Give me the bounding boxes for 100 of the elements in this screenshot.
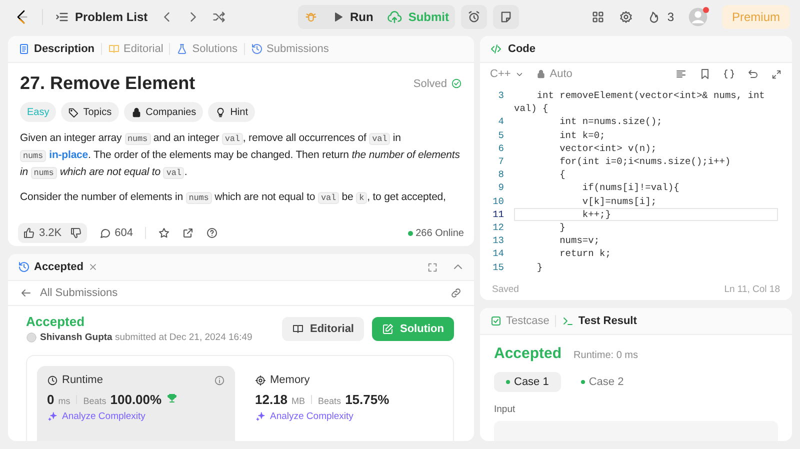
line-number: 14: [492, 247, 505, 261]
code-line: if(nums[i]!=val){: [581, 181, 680, 195]
description-paragraph: Given an integer array nums and an integer val , remove all occurrences of val in nums in-place. The order of the elements may be changed. Then return the number of elements in nums which are not equal to val .: [20, 131, 461, 181]
avatar-icon: [26, 332, 37, 343]
metric-unit: ms: [58, 396, 70, 406]
input-label: Input: [494, 404, 516, 415]
code-line: v[k]=nums[i];: [581, 194, 658, 208]
comments-button[interactable]: 604: [98, 227, 133, 239]
terminal-icon: [562, 315, 574, 327]
comment-icon: [98, 227, 111, 239]
line-number: 5: [497, 128, 505, 142]
code-line: nums=v;: [558, 234, 601, 248]
timer-button[interactable]: [461, 5, 487, 29]
case-tab[interactable]: Case 1: [494, 372, 561, 392]
expand-icon[interactable]: [771, 68, 782, 80]
run-button[interactable]: Run: [332, 10, 374, 24]
line-number: 10: [492, 194, 505, 208]
link-icon[interactable]: [450, 287, 462, 299]
line-number: 8: [497, 168, 505, 182]
metric-card[interactable]: Memory 12.18 MB Beats 15.75% Analyze Complexity: [245, 366, 443, 441]
metric-label: Memory: [270, 374, 310, 386]
alarm-clock-icon: [467, 10, 481, 24]
in-place-link[interactable]: in-place: [49, 149, 88, 161]
line-number: 12: [492, 221, 505, 234]
metric-value: 12.18: [255, 392, 288, 407]
code-line: }: [536, 260, 544, 274]
metric-card[interactable]: Runtime 0 ms Beats 100.00% Analyze Complexity: [37, 366, 235, 441]
problem-tag-button[interactable]: Topics: [61, 102, 119, 122]
notes-button[interactable]: [493, 5, 519, 29]
problem-list-button[interactable]: Problem List: [55, 10, 148, 24]
sparkle-icon: [255, 411, 266, 422]
submission-tab[interactable]: Accepted: [18, 261, 98, 273]
tag-icon: [68, 106, 80, 118]
line-number: 11: [492, 208, 505, 222]
code-line: k++;}: [514, 208, 778, 222]
result-tab[interactable]: Test Result: [562, 315, 637, 327]
settings-icon[interactable]: [619, 10, 634, 24]
metric-value: 0: [47, 392, 54, 407]
braces-icon[interactable]: [723, 68, 735, 80]
beats-percentage: 100.00%: [110, 392, 162, 407]
info-icon[interactable]: [214, 374, 225, 386]
all-submissions-link[interactable]: All Submissions: [20, 287, 118, 299]
line-number: 13: [492, 234, 505, 248]
shuffle-icon[interactable]: [212, 10, 226, 24]
code-line: for(int i=0;i<nums.size();i++): [558, 155, 732, 168]
problem-tag-button[interactable]: Companies: [124, 102, 204, 122]
autocomplete-mode: Auto: [550, 68, 572, 80]
analyze-complexity-link[interactable]: Analyze Complexity: [47, 411, 225, 422]
arrow-left-icon: [20, 287, 32, 299]
fullscreen-icon[interactable]: [427, 262, 438, 272]
help-icon[interactable]: [206, 227, 218, 239]
case-tab[interactable]: Case 2: [568, 372, 636, 392]
problem-tag-button[interactable]: Hint: [208, 102, 255, 122]
line-number: 15: [492, 260, 505, 274]
reset-icon[interactable]: [747, 68, 759, 80]
line-number: 7: [497, 155, 505, 168]
book-icon: [292, 322, 304, 334]
avatar-icon[interactable]: [688, 7, 708, 27]
solved-status: Solved: [413, 78, 447, 90]
panel-title: Code: [508, 43, 536, 55]
play-icon: [332, 11, 344, 23]
lock-icon: [130, 106, 142, 118]
note-icon: [499, 10, 513, 24]
lock-icon: [536, 69, 546, 79]
format-icon[interactable]: [675, 68, 687, 80]
list-icon: [55, 10, 69, 24]
clock-icon: [47, 374, 58, 386]
line-number: 6: [497, 142, 505, 156]
online-count: 266 Online: [416, 228, 464, 238]
runtime-text: Runtime: 0 ms: [574, 350, 638, 361]
problem-title: 27. Remove Element: [20, 73, 196, 94]
beats-percentage: 15.75%: [345, 392, 390, 407]
share-icon[interactable]: [182, 227, 194, 239]
description-tab[interactable]: Description: [18, 43, 95, 55]
editorial-button[interactable]: Editorial: [282, 316, 364, 340]
history-icon: [250, 43, 263, 55]
streak-button[interactable]: 3: [647, 10, 674, 24]
metric-label: Runtime: [62, 374, 103, 386]
thumbs-down-icon[interactable]: [70, 227, 82, 239]
analyze-complexity-link[interactable]: Analyze Complexity: [255, 411, 433, 422]
flask-icon: [176, 43, 188, 55]
checkbox-icon: [490, 315, 502, 327]
code-line: int n=nums.size();: [558, 115, 664, 129]
book-icon: [108, 43, 120, 55]
thumbs-up-icon: [23, 227, 35, 239]
difficulty-tag: Easy: [20, 102, 56, 122]
star-icon[interactable]: [158, 227, 170, 239]
grid-icon[interactable]: [591, 10, 606, 24]
code-line: int k=0;: [558, 128, 606, 142]
sparkle-icon: [47, 411, 58, 422]
beats-label: Beats: [318, 396, 342, 406]
lightbulb-icon: [215, 106, 226, 118]
beats-label: Beats: [83, 396, 106, 406]
document-icon: [18, 43, 30, 55]
online-dot-icon: [408, 230, 413, 236]
bookmark-icon[interactable]: [699, 68, 711, 80]
submission-status: Accepted: [26, 314, 86, 329]
history-icon: [18, 261, 30, 273]
check-circle-icon: [451, 78, 462, 89]
close-icon[interactable]: [88, 262, 98, 272]
